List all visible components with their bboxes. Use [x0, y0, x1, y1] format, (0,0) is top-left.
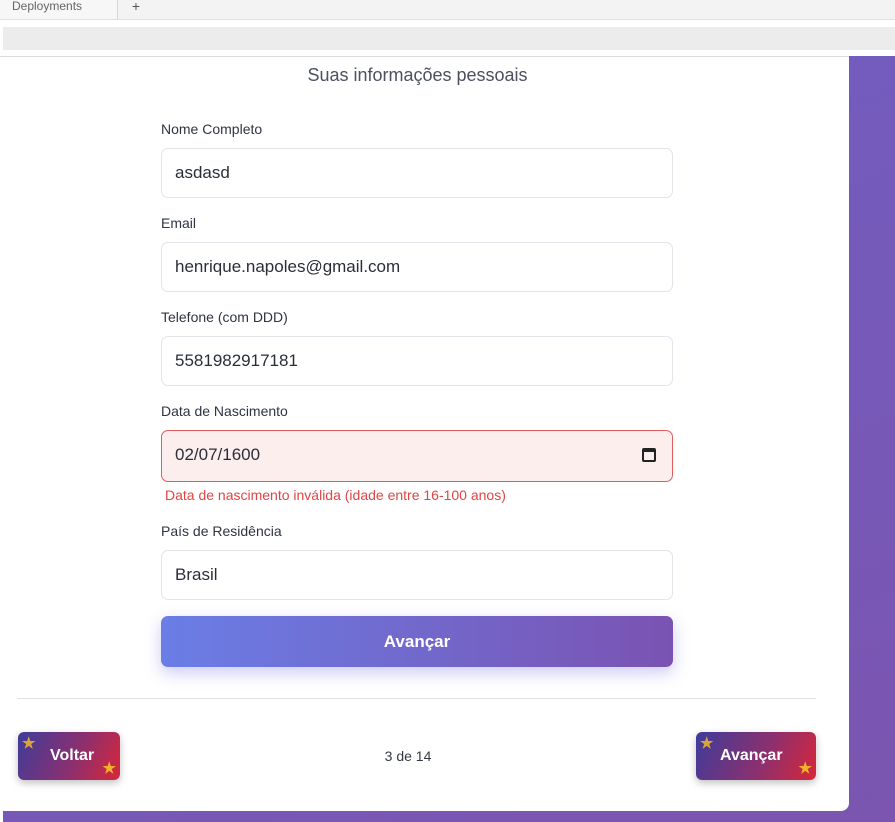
submit-button[interactable]: Avançar [161, 616, 673, 667]
new-tab-button[interactable]: + [128, 0, 144, 14]
full-name-input[interactable]: asdasd [161, 148, 673, 198]
birth-date-input[interactable]: 02/07/1600 [161, 430, 673, 482]
browser-tab-bar: Deployments + [0, 0, 895, 20]
star-icon: ★ [798, 760, 812, 777]
toolbar-spacer [0, 20, 895, 27]
browser-tab[interactable]: Deployments [0, 0, 118, 19]
country-label: País de Residência [161, 523, 282, 539]
page-indicator: 3 de 14 [384, 748, 432, 764]
next-button-label: Avançar [720, 747, 783, 764]
calendar-icon[interactable] [642, 448, 656, 462]
star-icon: ★ [700, 735, 714, 752]
divider [17, 698, 816, 699]
section-title: Suas informações pessoais [307, 65, 528, 85]
full-name-label: Nome Completo [161, 121, 263, 137]
birth-date-value: 02/07/1600 [175, 445, 261, 464]
email-input[interactable]: henrique.napoles@gmail.com [161, 242, 673, 292]
form-card: Suas informações pessoais Nome Completo … [0, 56, 849, 811]
browser-tab-label: Deployments [12, 0, 83, 13]
birth-date-error: Data de nascimento inválida (idade entre… [165, 487, 506, 503]
phone-input[interactable]: 5581982917181 [161, 336, 673, 386]
country-input[interactable]: Brasil [161, 550, 673, 600]
next-button[interactable]: ★ Avançar ★ [696, 732, 816, 780]
email-label: Email [161, 215, 197, 231]
browser-toolbar [3, 27, 895, 50]
phone-label: Telefone (com DDD) [161, 309, 288, 325]
birth-date-label: Data de Nascimento [161, 403, 288, 419]
